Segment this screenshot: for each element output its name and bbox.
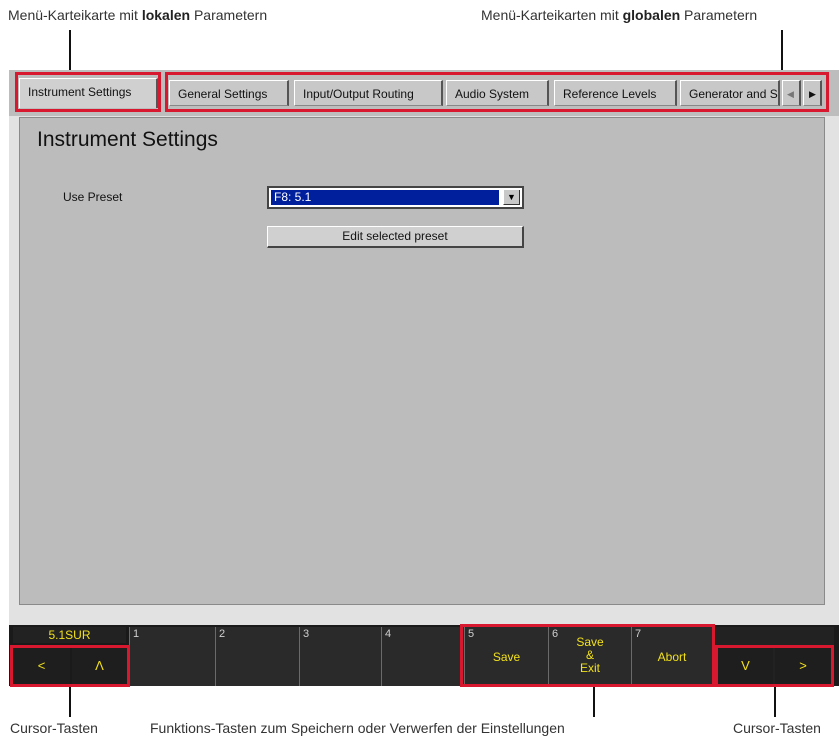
key-number: 4 (385, 628, 392, 640)
callout-line (69, 30, 71, 71)
callout-line (593, 687, 595, 717)
edit-selected-preset-button[interactable]: Edit selected preset (267, 226, 524, 248)
key-number: 1 (133, 628, 140, 640)
annotation-cursor-keys-left: Cursor-Tasten (10, 720, 98, 736)
annotation-cursor-keys-right: Cursor-Tasten (733, 720, 821, 736)
annotation-global-tabs: Menü-Karteikarten mit globalen Parameter… (481, 7, 758, 23)
function-key-4[interactable]: 4 (381, 627, 464, 686)
callout-line (774, 687, 776, 717)
function-key-1[interactable]: 1 (129, 627, 215, 686)
status-display: 5.1SUR (13, 627, 126, 643)
highlight-local-tab (15, 72, 161, 112)
chevron-down-icon[interactable]: ▼ (503, 190, 520, 205)
use-preset-label: Use Preset (63, 190, 123, 204)
preset-value: F8: 5.1 (270, 189, 500, 206)
highlight-global-tabs (165, 72, 829, 112)
preset-dropdown[interactable]: F8: 5.1 ▼ (267, 186, 524, 209)
function-key-2[interactable]: 2 (215, 627, 299, 686)
annotation-local-tab: Menü-Karteikarte mit lokalen Parametern (8, 7, 268, 23)
key-number: 2 (219, 628, 226, 640)
annotation-function-keys: Funktions-Tasten zum Speichern oder Verw… (150, 720, 565, 736)
function-key-3[interactable]: 3 (299, 627, 381, 686)
highlight-cursor-keys-left (10, 645, 130, 687)
highlight-cursor-keys-right (715, 645, 834, 687)
page-title: Instrument Settings (37, 128, 218, 151)
key-number: 3 (303, 628, 310, 640)
highlight-function-keys (460, 624, 715, 687)
callout-line (69, 687, 71, 717)
callout-line (781, 30, 783, 71)
